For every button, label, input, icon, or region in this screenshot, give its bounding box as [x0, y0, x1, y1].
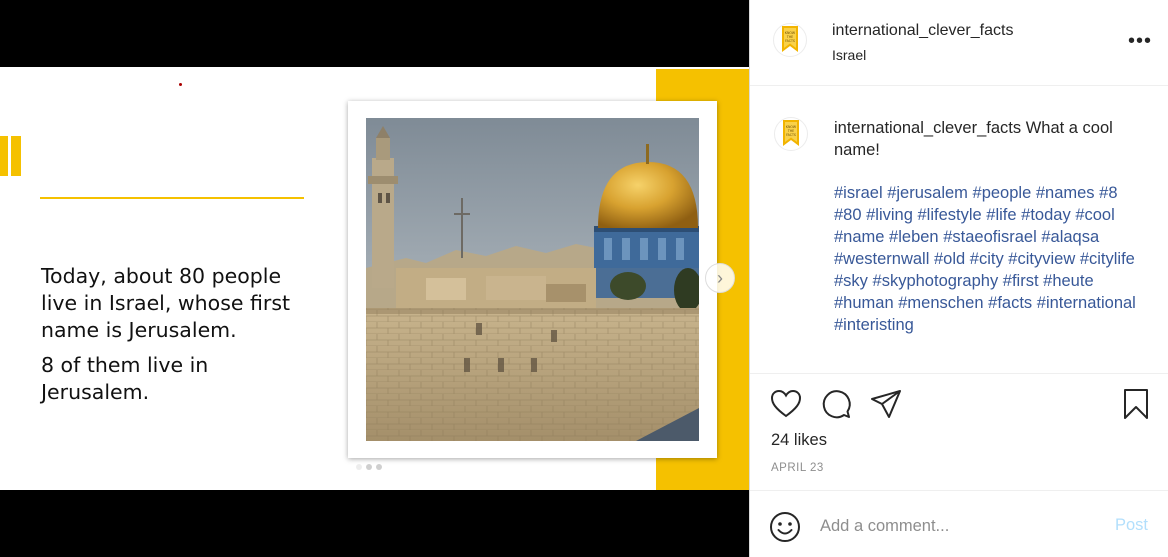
hashtag-link[interactable]: #8: [1099, 184, 1117, 202]
hashtag-link[interactable]: #israel: [834, 184, 883, 202]
hashtag-link[interactable]: #staeofisrael: [943, 228, 1037, 246]
carousel-dots: [356, 464, 382, 470]
hashtag-link[interactable]: #names: [1036, 184, 1095, 202]
chevron-right-icon: ›: [717, 267, 723, 288]
hashtag-link[interactable]: #cool: [1075, 206, 1114, 224]
heart-icon[interactable]: [769, 387, 803, 421]
hashtag-link[interactable]: #city: [970, 250, 1004, 268]
hashtag-list: #israel #jerusalem #people #names #8 #80…: [834, 182, 1144, 336]
jerusalem-photo: [366, 118, 699, 441]
emoji-icon[interactable]: [769, 511, 801, 543]
hashtag-link[interactable]: #old: [934, 250, 965, 268]
slide-paragraph-2: 8 of them live in Jerusalem.: [41, 353, 209, 404]
hashtag-link[interactable]: #international: [1037, 294, 1136, 312]
comment-input[interactable]: [820, 514, 1100, 538]
carousel-dot: [356, 464, 362, 470]
hashtag-link[interactable]: #first: [1003, 272, 1039, 290]
hashtag-link[interactable]: #facts: [988, 294, 1032, 312]
carousel-next-button[interactable]: ›: [705, 263, 735, 293]
post-button[interactable]: Post: [1115, 516, 1148, 535]
carousel-dot: [366, 464, 372, 470]
hashtag-link[interactable]: #human: [834, 294, 894, 312]
photo-frame: [348, 101, 717, 458]
avatar[interactable]: KNOW THE FACTS: [774, 116, 808, 152]
hashtag-link[interactable]: #interisting: [834, 316, 914, 334]
hashtag-link[interactable]: #cityview: [1008, 250, 1075, 268]
hashtag-link[interactable]: #menschen: [898, 294, 983, 312]
hashtag-link[interactable]: #lifestyle: [918, 206, 982, 224]
hashtag-link[interactable]: #80: [834, 206, 862, 224]
hashtag-link[interactable]: #sky: [834, 272, 868, 290]
avatar[interactable]: KNOW THE FACTS: [773, 22, 807, 58]
share-icon[interactable]: [869, 387, 903, 421]
hashtag-link[interactable]: #today: [1021, 206, 1071, 224]
svg-text:FACTS: FACTS: [785, 39, 795, 43]
hashtag-link[interactable]: #jerusalem: [887, 184, 968, 202]
comment-icon[interactable]: [819, 387, 853, 421]
caption-username[interactable]: international_clever_facts: [834, 119, 1021, 137]
carousel-slide[interactable]: Today, about 80 people live in Israel, w…: [0, 67, 749, 490]
post-location[interactable]: Israel: [832, 47, 866, 63]
caption-area: KNOW THE FACTS international_clever_fact…: [750, 86, 1168, 374]
post-actions: 24 likes APRIL 23: [750, 374, 1168, 490]
hashtag-link[interactable]: #westernwall: [834, 250, 929, 268]
decorative-dot: [179, 83, 182, 86]
hashtag-link[interactable]: #skyphotography: [873, 272, 999, 290]
hashtag-link[interactable]: #alaqsa: [1041, 228, 1099, 246]
accent-divider: [40, 197, 304, 199]
caption-text: international_clever_facts What a cool n…: [834, 117, 1144, 161]
media-area: Today, about 80 people live in Israel, w…: [0, 0, 749, 557]
more-options-icon[interactable]: •••: [1128, 30, 1152, 53]
likes-count[interactable]: 24 likes: [771, 431, 827, 450]
hashtag-link[interactable]: #leben: [889, 228, 939, 246]
hashtag-link[interactable]: #heute: [1043, 272, 1093, 290]
carousel-dot: [376, 464, 382, 470]
hashtag-link[interactable]: #living: [866, 206, 913, 224]
hashtag-link[interactable]: #life: [986, 206, 1016, 224]
accent-bars: [0, 136, 22, 176]
bookmark-icon[interactable]: [1119, 387, 1153, 421]
hashtag-link[interactable]: #name: [834, 228, 884, 246]
hashtag-link[interactable]: #people: [973, 184, 1032, 202]
comment-bar: Post: [750, 490, 1168, 557]
svg-text:FACTS: FACTS: [786, 133, 796, 137]
hashtag-link[interactable]: #citylife: [1080, 250, 1135, 268]
post-viewer: Today, about 80 people live in Israel, w…: [0, 0, 1168, 557]
slide-paragraph-1: Today, about 80 people live in Israel, w…: [41, 264, 291, 342]
post-details-panel: KNOW THE FACTS international_clever_fact…: [749, 0, 1168, 557]
post-date[interactable]: APRIL 23: [771, 462, 824, 474]
post-username[interactable]: international_clever_facts: [832, 22, 1013, 40]
post-header: KNOW THE FACTS international_clever_fact…: [750, 0, 1168, 86]
slide-text: Today, about 80 people live in Israel, w…: [41, 263, 331, 406]
